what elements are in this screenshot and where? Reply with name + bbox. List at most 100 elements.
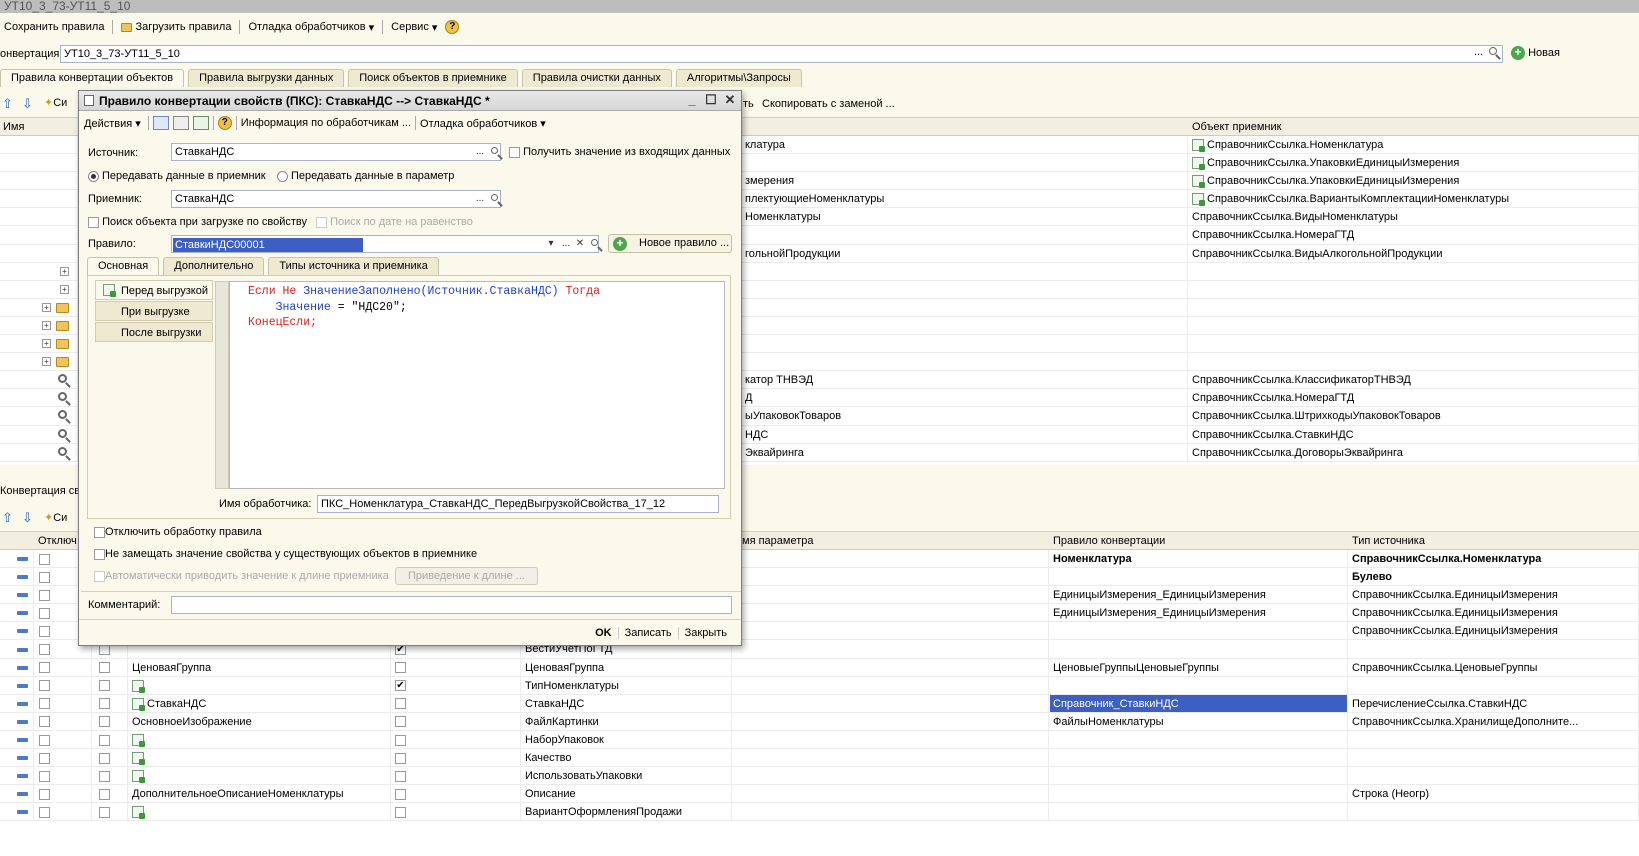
new-rule-button[interactable]: + Новое правило ... (608, 234, 732, 253)
row-checkbox[interactable] (99, 698, 110, 710)
disabled-checkbox[interactable] (39, 644, 50, 656)
conversion-field[interactable]: УТ10_3_73-УТ11_5_10 (60, 45, 1503, 63)
debug-handlers-menu[interactable]: Отладка обработчиков ▾ (244, 21, 378, 34)
disabled-checkbox[interactable] (39, 607, 50, 619)
search-checkbox[interactable]: ✔ (395, 680, 406, 692)
search-checkbox[interactable] (395, 752, 406, 764)
tab-main[interactable]: Основная (87, 257, 160, 275)
search-checkbox[interactable] (395, 734, 406, 746)
event-before-export[interactable]: Перед выгрузкой (95, 280, 213, 300)
clear-icon[interactable]: ✕ (573, 236, 587, 252)
search-checkbox[interactable] (395, 716, 406, 728)
service-menu[interactable]: Сервис ▾ (387, 21, 441, 34)
ok-button[interactable]: OK (589, 627, 618, 639)
search-icon[interactable] (487, 144, 501, 160)
table-row[interactable]: Качество (0, 749, 1639, 768)
dropdown-arrow-icon[interactable]: ▾ (544, 236, 558, 252)
disabled-checkbox[interactable] (39, 698, 50, 710)
maximize-icon[interactable]: ☐ (704, 93, 718, 107)
table-row[interactable]: ВариантОформленияПродажи (0, 803, 1639, 822)
tab-algorithms[interactable]: Алгоритмы\Запросы (675, 69, 802, 87)
receiver-field[interactable]: СтавкаНДС (171, 190, 501, 208)
rule-field[interactable]: СтавкиНДС00001 (171, 235, 599, 253)
table-row[interactable]: ДополнительноеОписаниеНоменклатуры Описан… (0, 785, 1639, 804)
search-checkbox[interactable] (395, 788, 406, 800)
tab-object-search[interactable]: Поиск объектов в приемнике (348, 69, 518, 87)
disabled-checkbox[interactable] (39, 571, 50, 583)
image-icon[interactable] (172, 116, 189, 130)
table-row[interactable]: СтавкаНДС СтавкаНДС Справочник_СтавкиНДС Пе… (0, 694, 1639, 713)
arrow-up-icon[interactable]: ⇧ (2, 96, 13, 112)
tab-object-rules[interactable]: Правила конвертации объектов (0, 69, 185, 87)
disabled-checkbox[interactable] (39, 553, 50, 565)
row-checkbox[interactable] (99, 806, 110, 818)
search-on-load-checkbox[interactable]: Поиск объекта при загрузке по свойству (88, 216, 307, 228)
tab-export-rules[interactable]: Правила выгрузки данных (188, 69, 345, 87)
save-rules-button[interactable]: Сохранить правила (0, 21, 108, 33)
get-from-incoming-checkbox[interactable]: Получить значение из входящих данных (509, 146, 730, 158)
help-icon[interactable]: ? (217, 116, 232, 130)
row-checkbox[interactable] (99, 662, 110, 674)
radio-to-param[interactable]: Передавать данные в параметр (277, 170, 454, 182)
table-row[interactable]: НаборУпаковок (0, 730, 1639, 750)
close-icon[interactable]: ✕ (723, 93, 737, 107)
load-rules-button[interactable]: Загрузить правила (117, 21, 235, 33)
comment-field[interactable] (171, 596, 732, 614)
table-row[interactable]: ИспользоватьУпаковки (0, 767, 1639, 786)
code-editor[interactable]: Если Не ЗначениеЗаполнено(Источник.Ставк… (229, 281, 725, 489)
close-button[interactable]: Закрыть (677, 626, 733, 639)
disabled-checkbox[interactable] (39, 625, 50, 637)
handler-name-field[interactable]: ПКС_Номенклатура_СтавкаНДС_ПередВыгрузко… (317, 495, 719, 513)
tab-types[interactable]: Типы источника и приемника (268, 257, 439, 275)
new-conversion-button[interactable]: + Новая (1511, 46, 1560, 60)
ellipsis-button[interactable]: ... (473, 191, 487, 207)
disabled-checkbox[interactable] (39, 788, 50, 800)
table-row[interactable]: ✔ ТипНоменклатуры (0, 676, 1639, 695)
row-checkbox[interactable] (99, 752, 110, 764)
arrow-down-icon[interactable]: ⇩ (22, 510, 33, 526)
search-checkbox[interactable] (395, 698, 406, 710)
search-checkbox[interactable] (395, 806, 406, 818)
tab-additional[interactable]: Дополнительно (163, 257, 265, 275)
row-checkbox[interactable] (99, 716, 110, 728)
search-checkbox[interactable] (395, 662, 406, 674)
not-replace-checkbox[interactable]: Не замещать значение свойства у существу… (94, 548, 477, 560)
ellipsis-button[interactable]: ... (1474, 46, 1483, 58)
export-icon[interactable] (152, 116, 169, 130)
tab-cleanup-rules[interactable]: Правила очистки данных (521, 69, 672, 87)
sync-button[interactable]: ✦Си (44, 511, 67, 524)
radio-to-receiver[interactable]: Передавать данные в приемник (88, 170, 266, 182)
row-checkbox[interactable] (99, 788, 110, 800)
disabled-checkbox[interactable] (39, 589, 50, 601)
disabled-checkbox[interactable] (39, 680, 50, 692)
ellipsis-button[interactable]: ... (473, 144, 487, 160)
event-after-export[interactable]: После выгрузки (95, 322, 213, 342)
disabled-checkbox[interactable] (39, 734, 50, 746)
search-date-checkbox[interactable]: Поиск по дате на равенство (316, 216, 473, 228)
search-icon[interactable] (487, 191, 501, 207)
row-checkbox[interactable] (99, 770, 110, 782)
row-checkbox[interactable] (99, 734, 110, 746)
table-row[interactable]: ОсновноеИзображение ФайлКартинки ФайлыНоме… (0, 712, 1639, 731)
actions-menu[interactable]: Действия ▾ (81, 117, 144, 130)
disabled-checkbox[interactable] (39, 716, 50, 728)
write-button[interactable]: Записать (617, 626, 678, 639)
row-checkbox[interactable] (99, 680, 110, 692)
sync-button[interactable]: ✦Си (44, 96, 67, 109)
minimize-icon[interactable]: _ (685, 93, 699, 107)
event-on-export[interactable]: При выгрузке (95, 301, 213, 321)
cast-length-button[interactable]: Приведение к длине ... (395, 567, 538, 585)
auto-cast-checkbox[interactable]: Автоматически приводить значение к длине… (94, 570, 389, 582)
disabled-checkbox[interactable] (39, 752, 50, 764)
debug-handlers-menu[interactable]: Отладка обработчиков ▾ (420, 117, 546, 130)
disabled-checkbox[interactable] (39, 662, 50, 674)
search-checkbox[interactable] (395, 770, 406, 782)
ellipsis-button[interactable]: ... (559, 236, 573, 252)
arrow-down-icon[interactable]: ⇩ (22, 96, 33, 112)
disabled-checkbox[interactable] (39, 770, 50, 782)
arrow-up-icon[interactable]: ⇧ (2, 510, 13, 526)
search-icon[interactable] (587, 236, 601, 252)
help-icon[interactable]: ? (445, 20, 460, 34)
refresh-icon[interactable] (192, 116, 209, 130)
search-icon[interactable] (1489, 46, 1497, 58)
